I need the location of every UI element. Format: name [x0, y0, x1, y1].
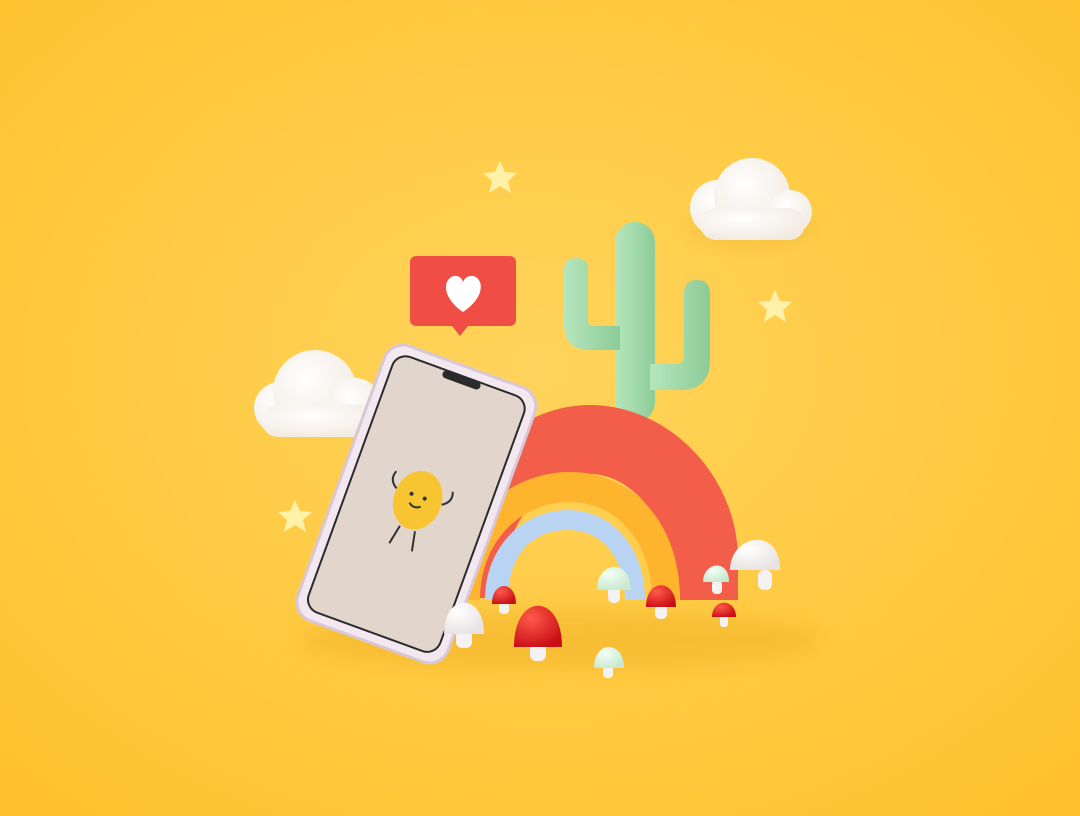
like-badge [410, 256, 516, 336]
3d-illustration [0, 0, 1080, 816]
background [0, 0, 1080, 816]
illustration-scene [0, 0, 1080, 816]
